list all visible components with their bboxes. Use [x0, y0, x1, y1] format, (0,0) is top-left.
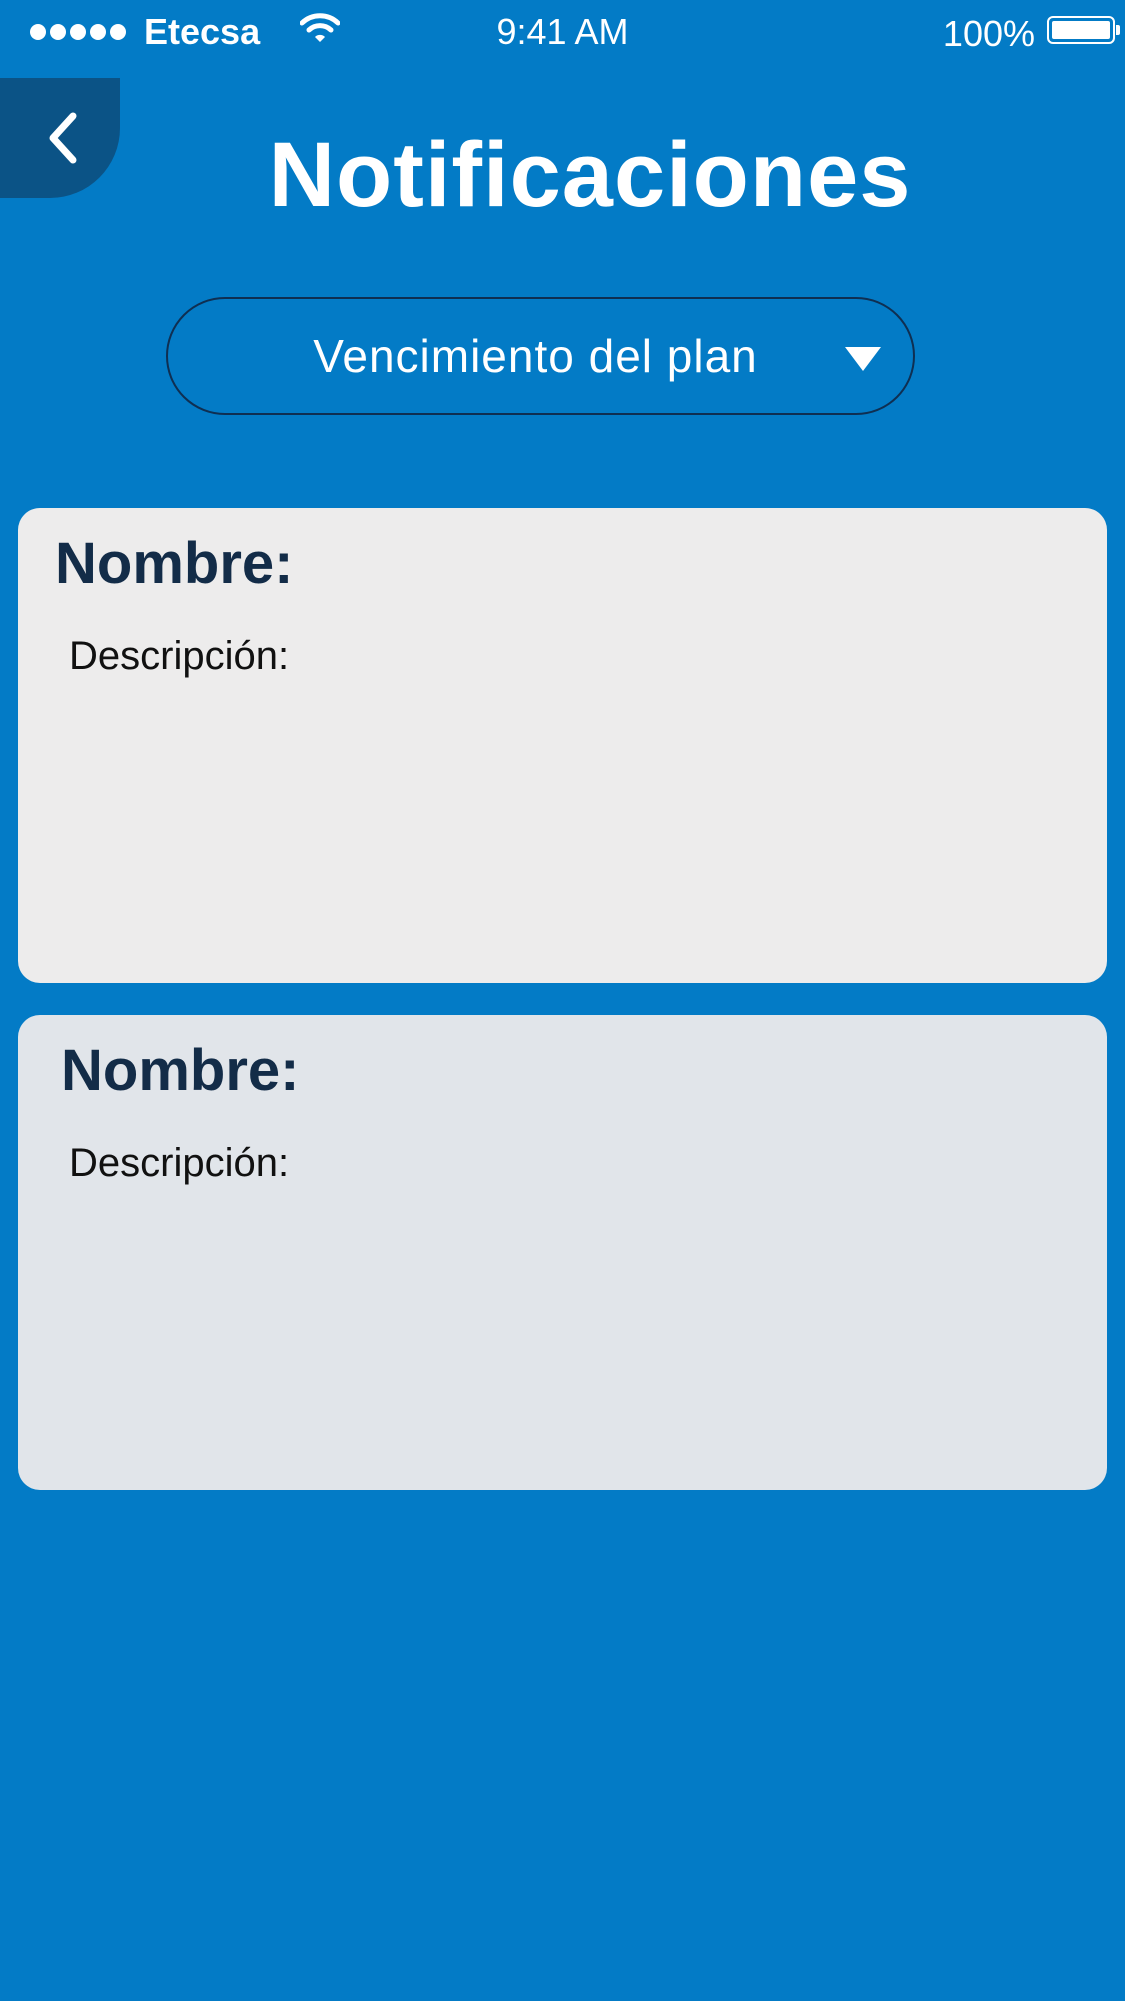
notification-name-label: Nombre: — [61, 1038, 300, 1103]
chevron-left-icon — [49, 112, 77, 164]
notification-description-label: Descripción: — [69, 634, 290, 678]
notification-name-label: Nombre: — [55, 531, 294, 596]
notification-card[interactable]: Nombre: Descripción: — [18, 1015, 1107, 1490]
page-title: Notificaciones — [268, 124, 912, 226]
notification-description-label: Descripción: — [69, 1141, 290, 1185]
notification-type-dropdown[interactable]: Vencimiento del plan — [166, 297, 915, 415]
dropdown-selected-value: Vencimiento del plan — [313, 330, 758, 382]
battery-icon — [1047, 16, 1120, 44]
battery-percent: 100% — [942, 13, 1035, 54]
status-bar: Etecsa 9:41 AM 100% — [0, 0, 1125, 66]
notification-card[interactable]: Nombre: Descripción: — [18, 508, 1107, 983]
caret-down-icon — [845, 347, 881, 371]
back-button[interactable] — [0, 78, 120, 198]
